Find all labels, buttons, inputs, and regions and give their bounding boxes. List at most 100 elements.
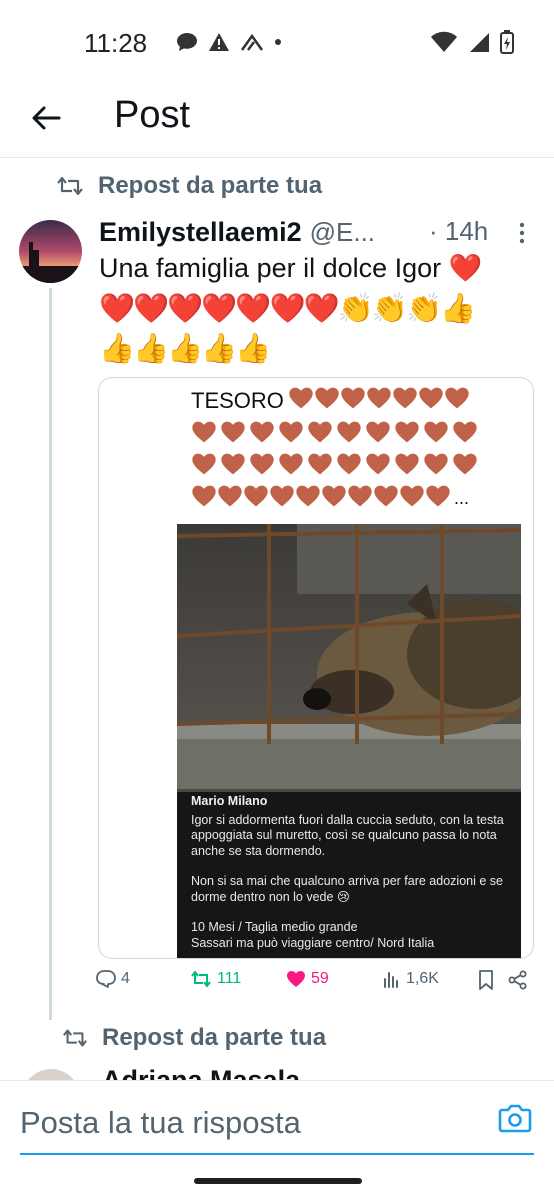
tweet-media[interactable]: TESORO ... Mario Milano Igor si addormen… (98, 377, 534, 959)
reply-button[interactable]: 4 (96, 970, 130, 988)
brown-heart-icon (426, 485, 450, 507)
brown-heart-icon (348, 485, 372, 507)
brown-heart-icon (221, 421, 245, 443)
chat-bubble-icon (177, 33, 197, 51)
avatar[interactable] (19, 220, 82, 283)
repost-indicator[interactable]: Repost da parte tua (56, 172, 322, 200)
media-hearts-row-1 (288, 386, 470, 416)
brown-heart-icon (218, 485, 242, 507)
repost-count: 111 (217, 970, 242, 987)
brown-heart-icon (393, 387, 417, 409)
reply-input-underline (20, 1153, 534, 1155)
battery-icon (500, 30, 514, 54)
bookmark-icon (479, 970, 493, 990)
media-text-tesoro: TESORO (191, 386, 470, 416)
caption-paragraph-2: Non si sa mai che qualcuno arriva per fa… (191, 874, 503, 904)
tweet-text: Una famiglia per il dolce Igor ❤️ (99, 250, 539, 287)
author-handle[interactable]: @E... (310, 217, 375, 248)
views-button[interactable]: 1,6K (383, 970, 439, 988)
brown-heart-icon (289, 387, 313, 409)
tweet-emoji-line-2: 👍👍👍👍👍 (99, 333, 272, 365)
system-icons (430, 30, 514, 54)
media-image: TESORO ... Mario Milano Igor si addormen… (177, 378, 521, 958)
status-time: 11:28 (84, 28, 148, 58)
brown-heart-icon (367, 387, 391, 409)
brown-heart-icon (395, 453, 419, 475)
avatar-2-image (28, 1069, 74, 1080)
tweet-actions: 4 111 59 1,6K (96, 970, 536, 1000)
signal-icon (470, 33, 489, 52)
top-app-bar: Post (0, 88, 554, 158)
bookmark-button[interactable] (478, 970, 494, 990)
brown-heart-icon (296, 485, 320, 507)
app-notification-icon (240, 33, 264, 51)
tweet-timestamp[interactable]: · 14h (429, 216, 488, 247)
reply-input[interactable]: Posta la tua risposta (20, 1105, 301, 1141)
brown-heart-icon (244, 485, 268, 507)
brown-heart-icon (279, 453, 303, 475)
caption-paragraph-3a: 10 Mesi / Taglia medio grande (191, 920, 358, 934)
brown-heart-icon (250, 421, 274, 443)
brown-heart-icon (424, 453, 448, 475)
repost-indicator-2[interactable]: Repost da parte tua (62, 1024, 326, 1052)
caption-paragraph-3b: Sassari ma può viaggiare centro/ Nord It… (191, 935, 435, 950)
repost-icon (63, 1029, 87, 1047)
reply-count: 4 (121, 970, 130, 987)
avatar-2[interactable] (21, 1068, 81, 1080)
brown-heart-icon (424, 421, 448, 443)
page-title: Post (114, 94, 191, 136)
brown-heart-icon (400, 485, 424, 507)
views-count: 1,6K (406, 970, 439, 987)
brown-heart-icon (337, 421, 361, 443)
more-options-button[interactable] (519, 222, 525, 249)
like-button[interactable]: 59 (286, 970, 329, 988)
warning-icon (209, 33, 229, 51)
camera-button[interactable] (498, 1103, 532, 1137)
brown-heart-icon (341, 387, 365, 409)
dog-photo: Mario Milano Igor si addormenta fuori da… (177, 524, 521, 958)
caption-author: Mario Milano (191, 794, 268, 808)
avatar-image (19, 220, 82, 283)
brown-heart-icon (366, 453, 390, 475)
brown-heart-icon (453, 421, 477, 443)
share-icon (508, 970, 527, 990)
media-ellipsis: ... (454, 488, 470, 508)
home-indicator[interactable] (194, 1178, 362, 1184)
repost-button[interactable]: 111 (190, 970, 241, 988)
brown-heart-icon (308, 453, 332, 475)
brown-heart-icon (221, 453, 245, 475)
author-name-2[interactable]: Adriana Masala (102, 1060, 300, 1080)
media-hearts-row-4: ... (191, 484, 469, 513)
wifi-icon (431, 31, 457, 52)
tweet-text-line: Una famiglia per il dolce Igor ❤️ (99, 253, 483, 283)
brown-heart-icon (250, 453, 274, 475)
back-button[interactable] (26, 98, 66, 138)
status-bar: 11:28 (0, 0, 554, 88)
views-icon (384, 972, 398, 988)
brown-heart-icon (395, 421, 419, 443)
like-count: 59 (311, 970, 329, 987)
brown-heart-icon (315, 387, 339, 409)
tweet-header: Emilystellaemi2 @E... · 14h (99, 212, 539, 252)
brown-heart-icon (374, 485, 398, 507)
brown-heart-icon (322, 485, 346, 507)
brown-heart-icon (192, 421, 216, 443)
more-vertical-icon (519, 222, 525, 244)
brown-heart-icon (279, 421, 303, 443)
brown-heart-icon (308, 421, 332, 443)
media-hearts-row-2 (191, 420, 478, 444)
brown-heart-icon (270, 485, 294, 507)
share-button[interactable] (508, 970, 528, 990)
repost-icon (191, 971, 211, 987)
arrow-left-icon (32, 106, 61, 130)
brown-heart-icon (445, 387, 469, 409)
reply-icon (96, 970, 116, 988)
author-name[interactable]: Emilystellaemi2 (99, 217, 302, 248)
more-notifications-icon (275, 39, 281, 45)
repost-icon (57, 176, 83, 196)
brown-heart-icon (366, 421, 390, 443)
thread-line (49, 288, 52, 1020)
brown-heart-icon (453, 453, 477, 475)
brown-heart-icon (192, 485, 216, 507)
brown-heart-icon (192, 453, 216, 475)
